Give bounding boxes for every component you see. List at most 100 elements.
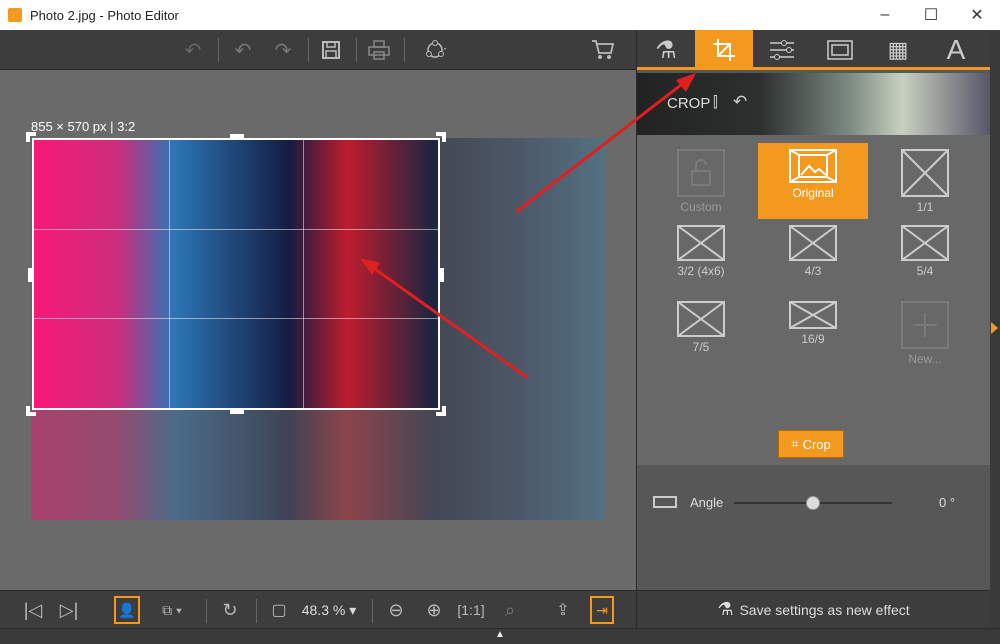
section-title: CROP bbox=[667, 95, 711, 112]
crop-preset-original[interactable]: Original bbox=[758, 143, 868, 219]
reset-icon[interactable]: ↶ bbox=[733, 92, 747, 112]
fit-icon[interactable]: ▢ bbox=[268, 596, 290, 624]
grid-line bbox=[168, 140, 170, 408]
angle-slider-thumb[interactable] bbox=[806, 496, 820, 510]
crop-handle-bottom[interactable] bbox=[230, 410, 244, 414]
texture-icon: ▦ bbox=[887, 37, 909, 62]
crop-preset-5-4[interactable]: 5/4 bbox=[870, 219, 980, 295]
expand-arrow-icon[interactable] bbox=[991, 322, 998, 334]
tab-frames[interactable] bbox=[811, 30, 869, 70]
toggle-panel-icon[interactable]: ⇥ bbox=[590, 596, 614, 624]
undo-icon[interactable]: ↶ bbox=[228, 36, 258, 64]
crop-preset-4-3[interactable]: 4/3 bbox=[758, 219, 868, 295]
cross-box-icon bbox=[789, 225, 837, 261]
right-panel: ⚗ ▦ A CROP ⫿ ↶ Custom Original 1/1 3/2 (4x6… bbox=[636, 30, 991, 590]
preset-label: 1/1 bbox=[916, 200, 934, 214]
preset-label: 3/2 (4x6) bbox=[677, 264, 725, 278]
zoom-in-icon[interactable]: ⊕ bbox=[420, 596, 448, 624]
bottom-toolbar: |◁ ▷| 👤 ⧉ ▾ ↻ ▢ 48.3 % ▾ ⊖ ⊕ [1:1] ⌕ ⇪ ⇥ bbox=[0, 590, 636, 628]
cross-box-icon bbox=[789, 301, 837, 329]
angle-label: Angle bbox=[690, 495, 724, 510]
tab-adjust[interactable] bbox=[753, 30, 811, 70]
zoom-level-dropdown[interactable]: 48.3 % ▾ bbox=[296, 596, 362, 624]
expand-up-icon: ▲ bbox=[495, 629, 505, 640]
crop-presets: Custom Original 1/1 3/2 (4x6) 4/3 5/4 7/5 16/9 N… bbox=[637, 135, 991, 510]
flask-icon: ⚗ bbox=[655, 36, 677, 64]
preset-label: Original bbox=[792, 186, 834, 200]
grid-line bbox=[303, 140, 305, 408]
crop-handle-top[interactable] bbox=[230, 134, 244, 138]
filmstrip-toggle[interactable]: ▲ bbox=[0, 628, 1000, 644]
tab-text[interactable]: A bbox=[927, 30, 985, 70]
app-icon bbox=[8, 8, 22, 22]
divider bbox=[372, 599, 373, 623]
crop-handle-tr[interactable] bbox=[442, 132, 446, 142]
print-icon[interactable] bbox=[364, 36, 394, 64]
crop-preset-new-[interactable]: New... bbox=[870, 295, 980, 371]
cross-box-icon bbox=[901, 149, 949, 197]
redo-icon[interactable]: ↷ bbox=[268, 36, 298, 64]
cart-icon[interactable] bbox=[588, 36, 618, 64]
crop-button[interactable]: ⌗ Crop bbox=[778, 430, 844, 458]
back-icon[interactable]: ↶ bbox=[178, 36, 208, 64]
toolbar: ↶ ↶ ↷ bbox=[0, 30, 636, 70]
image-canvas[interactable]: 855 × 570 px | 3:2 bbox=[0, 70, 636, 590]
zoom-fit-icon[interactable]: ⌕ bbox=[496, 596, 524, 624]
panel-tabs: ⚗ ▦ A bbox=[637, 30, 991, 70]
compare-view-icon[interactable]: ⧉ ▾ bbox=[152, 596, 192, 624]
crop-preset-7-5[interactable]: 7/5 bbox=[646, 295, 756, 371]
cross-box-icon bbox=[677, 301, 725, 337]
preset-label: 5/4 bbox=[916, 264, 934, 278]
maximize-button[interactable]: ☐ bbox=[908, 0, 954, 30]
crop-icon bbox=[713, 39, 735, 61]
tab-textures[interactable]: ▦ bbox=[869, 30, 927, 70]
share-icon[interactable] bbox=[414, 36, 458, 64]
angle-value: 0 ° bbox=[939, 495, 956, 510]
plus-icon bbox=[901, 301, 949, 349]
crop-dimensions-label: 855 × 570 px | 3:2 bbox=[31, 119, 136, 134]
tab-crop[interactable] bbox=[695, 30, 753, 70]
divider bbox=[404, 38, 405, 62]
save-effect-button[interactable]: ⚗ Save settings as new effect bbox=[636, 590, 990, 628]
window-title: Photo 2.jpg - Photo Editor bbox=[30, 8, 179, 23]
single-view-icon[interactable]: 👤 bbox=[114, 596, 140, 624]
preset-label: 4/3 bbox=[804, 264, 822, 278]
next-image-icon[interactable]: ▷| bbox=[56, 596, 82, 624]
divider bbox=[356, 38, 357, 62]
crop-preset-custom[interactable]: Custom bbox=[646, 143, 756, 219]
actual-size-icon[interactable]: [1:1] bbox=[456, 596, 486, 624]
crop-frame[interactable] bbox=[26, 132, 446, 416]
preset-label: 16/9 bbox=[801, 332, 825, 346]
preset-label: Custom bbox=[680, 200, 722, 214]
crop-preset-3-2-4x6-[interactable]: 3/2 (4x6) bbox=[646, 219, 756, 295]
cross-box-icon bbox=[677, 225, 725, 261]
sliders-icon bbox=[770, 40, 794, 60]
zoom-out-icon[interactable]: ⊖ bbox=[382, 596, 410, 624]
divider bbox=[256, 599, 257, 623]
export-icon[interactable]: ⇪ bbox=[550, 596, 576, 624]
crop-preset-16-9[interactable]: 16/9 bbox=[758, 295, 868, 371]
frame-icon bbox=[827, 40, 853, 60]
tab-effects[interactable]: ⚗ bbox=[637, 30, 695, 70]
flask-plus-icon: ⚗ bbox=[717, 599, 734, 619]
crop-handle-tl[interactable] bbox=[26, 132, 30, 142]
first-image-icon[interactable]: |◁ bbox=[20, 596, 46, 624]
grid-line bbox=[34, 318, 438, 320]
crop-icon: ⌗ bbox=[791, 436, 799, 451]
title-bar: Photo 2.jpg - Photo Editor – ☐ ✕ bbox=[0, 0, 1000, 30]
divider bbox=[308, 38, 309, 62]
text-icon: A bbox=[946, 34, 966, 65]
close-button[interactable]: ✕ bbox=[954, 0, 1000, 30]
level-icon bbox=[653, 496, 677, 508]
minimize-button[interactable]: – bbox=[862, 0, 908, 30]
preset-label: New... bbox=[908, 352, 942, 366]
compare-icon[interactable]: ⫿ bbox=[713, 94, 718, 111]
rotate-icon[interactable]: ↻ bbox=[216, 596, 244, 624]
save-icon[interactable] bbox=[316, 36, 346, 64]
crop-mask bbox=[440, 138, 605, 520]
crop-handle-br[interactable] bbox=[442, 406, 446, 416]
crop-handle-bl[interactable] bbox=[26, 406, 30, 416]
crop-preset-1-1[interactable]: 1/1 bbox=[870, 143, 980, 219]
crop-handle-right[interactable] bbox=[440, 268, 444, 282]
crop-handle-left[interactable] bbox=[28, 268, 32, 282]
